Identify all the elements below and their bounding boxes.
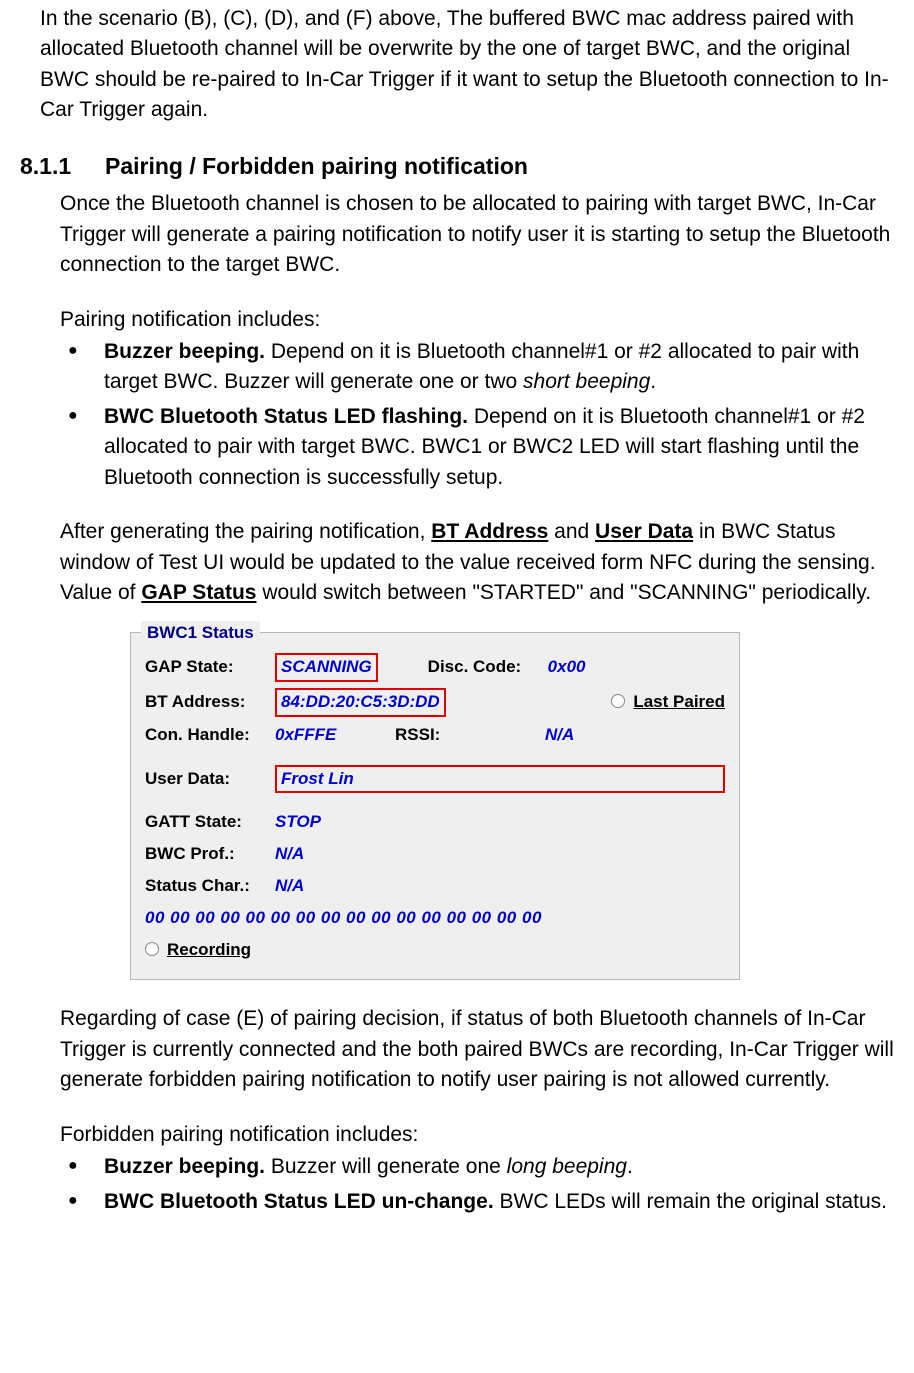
row-recording: Recording: [145, 937, 725, 963]
row-gatt-state: GATT State: STOP: [145, 809, 725, 835]
hex-line: 00 00 00 00 00 00 00 00 00 00 00 00 00 0…: [145, 906, 542, 931]
paragraph-3: Regarding of case (E) of pairing decisio…: [60, 1004, 894, 1095]
pair-bullet-buzzer-bold: Buzzer beeping.: [104, 340, 265, 363]
intro-paragraph: In the scenario (B), (C), (D), and (F) a…: [40, 4, 894, 126]
forbid-bullet-buzzer-italic: long beeping: [507, 1155, 627, 1178]
gatt-state-value: STOP: [275, 810, 321, 835]
bt-address-value: 84:DD:20:C5:3D:DD: [275, 688, 446, 717]
gap-state-label: GAP State:: [145, 655, 275, 680]
pairing-notification-label: Pairing notification includes:: [60, 305, 894, 335]
row-user-data: User Data: Frost Lin: [145, 765, 725, 794]
pair-bullet-led: BWC Bluetooth Status LED flashing. Depen…: [60, 402, 894, 493]
section-number: 8.1.1: [20, 153, 71, 179]
row-bt-address: BT Address: 84:DD:20:C5:3D:DD Last Paire…: [145, 688, 725, 717]
forbidden-notification-list: Buzzer beeping. Buzzer will generate one…: [60, 1152, 894, 1217]
forbid-bullet-buzzer: Buzzer beeping. Buzzer will generate one…: [60, 1152, 894, 1182]
panel-title: BWC1 Status: [141, 621, 260, 646]
bwc-prof-value: N/A: [275, 842, 304, 867]
p2-a: After generating the pairing notificatio…: [60, 520, 431, 543]
p2-d: would switch between "STARTED" and "SCAN…: [257, 581, 872, 604]
forbid-bullet-buzzer-bold: Buzzer beeping.: [104, 1155, 265, 1178]
con-handle-value: 0xFFFE: [275, 723, 395, 748]
pair-bullet-buzzer: Buzzer beeping. Depend on it is Bluetoot…: [60, 337, 894, 398]
forbid-bullet-buzzer-text-a: Buzzer will generate one: [265, 1155, 507, 1178]
page: In the scenario (B), (C), (D), and (F) a…: [0, 0, 914, 1271]
paragraph-2: After generating the pairing notificatio…: [60, 517, 894, 608]
section-heading: 8.1.1 Pairing / Forbidden pairing notifi…: [20, 150, 894, 183]
p2-gap-status: GAP Status: [141, 581, 256, 604]
forbid-bullet-led: BWC Bluetooth Status LED un-change. BWC …: [60, 1187, 894, 1217]
row-bwc-prof: BWC Prof.: N/A: [145, 841, 725, 867]
pair-bullet-led-bold: BWC Bluetooth Status LED flashing.: [104, 405, 468, 428]
p2-b: and: [548, 520, 595, 543]
disc-code-label: Disc. Code:: [428, 655, 548, 680]
user-data-value: Frost Lin: [275, 765, 725, 794]
row-status-char: Status Char.: N/A: [145, 873, 725, 899]
rssi-value: N/A: [545, 723, 574, 748]
row-hex: 00 00 00 00 00 00 00 00 00 00 00 00 00 0…: [145, 905, 725, 931]
bt-address-label: BT Address:: [145, 690, 275, 715]
user-data-label: User Data:: [145, 767, 275, 792]
gatt-state-label: GATT State:: [145, 810, 275, 835]
pair-bullet-buzzer-text-b: .: [650, 370, 656, 393]
row-gap-state: GAP State: SCANNING Disc. Code: 0x00: [145, 653, 725, 682]
recording-radio[interactable]: [145, 942, 159, 956]
forbid-bullet-buzzer-text-b: .: [627, 1155, 633, 1178]
forbid-bullet-led-bold: BWC Bluetooth Status LED un-change.: [104, 1190, 494, 1213]
pairing-notification-list: Buzzer beeping. Depend on it is Bluetoot…: [60, 337, 894, 493]
bwc-prof-label: BWC Prof.:: [145, 842, 275, 867]
forbidden-notification-label: Forbidden pairing notification includes:: [60, 1120, 894, 1150]
last-paired-label: Last Paired: [633, 690, 725, 715]
p2-user-data: User Data: [595, 520, 693, 543]
last-paired-radio[interactable]: [611, 694, 625, 708]
forbid-bullet-led-text: BWC LEDs will remain the original status…: [494, 1190, 887, 1213]
row-con-handle: Con. Handle: 0xFFFE RSSI: N/A: [145, 723, 725, 749]
section-title: Pairing / Forbidden pairing notification: [105, 153, 528, 179]
rssi-label: RSSI:: [395, 723, 465, 748]
bwc1-status-panel: BWC1 Status GAP State: SCANNING Disc. Co…: [130, 632, 740, 980]
disc-code-value: 0x00: [548, 655, 586, 680]
pair-bullet-buzzer-italic: short beeping: [523, 370, 650, 393]
paragraph-1: Once the Bluetooth channel is chosen to …: [60, 189, 894, 280]
p2-bt-address: BT Address: [431, 520, 548, 543]
con-handle-label: Con. Handle:: [145, 723, 275, 748]
gap-state-value: SCANNING: [275, 653, 378, 682]
recording-label: Recording: [167, 938, 251, 963]
status-char-label: Status Char.:: [145, 874, 275, 899]
status-char-value: N/A: [275, 874, 304, 899]
